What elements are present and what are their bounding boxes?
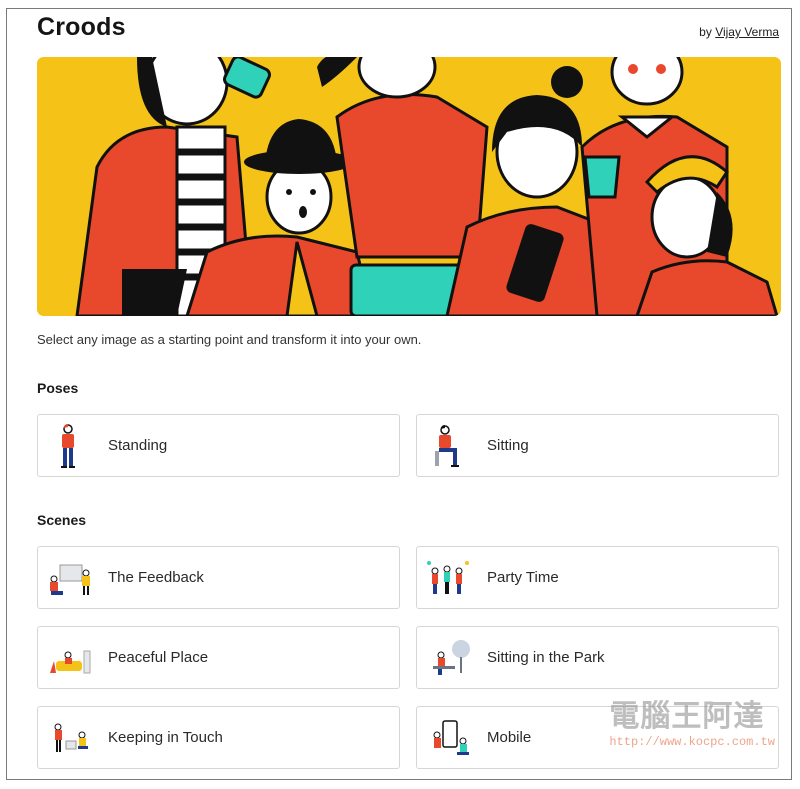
scene-label-party-time: Party Time [487, 569, 559, 586]
scene-card-the-feedback[interactable]: The Feedback [37, 546, 400, 609]
peaceful-scene-icon [46, 633, 96, 683]
pose-label-standing: Standing [108, 437, 168, 454]
scene-card-mobile[interactable]: Mobile [416, 706, 779, 769]
scene-card-peaceful-place[interactable]: Peaceful Place [37, 626, 400, 689]
page-title: Croods [37, 13, 126, 41]
scene-card-keeping-in-touch[interactable]: Keeping in Touch [37, 706, 400, 769]
section-title-poses: Poses [37, 380, 79, 396]
byline-prefix: by [699, 25, 712, 39]
scene-card-sitting-in-the-park[interactable]: Sitting in the Park [416, 626, 779, 689]
scene-card-party-time[interactable]: Party Time [416, 546, 779, 609]
scene-label-keeping-in-touch: Keeping in Touch [108, 729, 223, 746]
byline: by Vijay Verma [699, 25, 779, 39]
hero-illustration [37, 57, 781, 316]
sitting-figure-icon [425, 421, 475, 471]
pose-card-standing[interactable]: Standing [37, 414, 400, 477]
scene-label-peaceful-place: Peaceful Place [108, 649, 209, 666]
page-frame: Croods by Vijay Verma Select any image a… [6, 8, 792, 780]
scene-label-mobile: Mobile [487, 729, 532, 746]
feedback-scene-icon [46, 553, 96, 603]
mobile-scene-icon [425, 713, 475, 763]
section-title-scenes: Scenes [37, 512, 87, 528]
pose-label-sitting: Sitting [487, 437, 529, 454]
scene-label-the-feedback: The Feedback [108, 569, 204, 586]
author-link[interactable]: Vijay Verma [715, 25, 779, 39]
park-scene-icon [425, 633, 475, 683]
party-scene-icon [425, 553, 475, 603]
standing-figure-icon [46, 421, 96, 471]
scene-label-sitting-in-the-park: Sitting in the Park [487, 649, 605, 666]
page-description: Select any image as a starting point and… [37, 332, 422, 347]
pose-card-sitting[interactable]: Sitting [416, 414, 779, 477]
touch-scene-icon [46, 713, 96, 763]
